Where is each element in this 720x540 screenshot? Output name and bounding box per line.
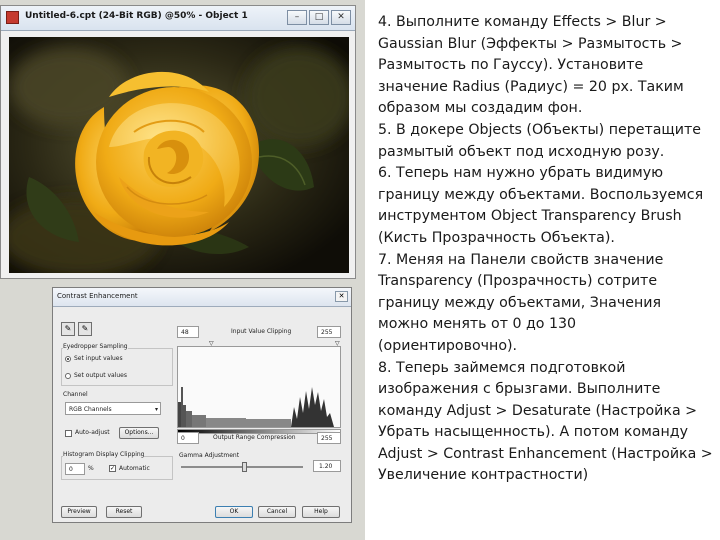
clip-percent-value: 0 — [69, 466, 73, 473]
output-low-value: 0 — [181, 435, 185, 442]
gamma-slider-thumb[interactable] — [242, 462, 248, 472]
clip-percent-unit: % — [88, 465, 94, 472]
dialog-title: Contrast Enhancement — [57, 292, 138, 300]
image-window-title: Untitled-6.cpt (24-Bit RGB) @50% - Objec… — [25, 11, 248, 21]
clip-percent-input[interactable]: 0 — [65, 463, 85, 475]
output-high-field[interactable]: 255 — [317, 432, 341, 444]
set-input-label: Set input values — [74, 355, 123, 362]
set-output-radio[interactable] — [65, 373, 71, 379]
instruction-step-7: 7. Меняя на Панели свойств значение Tran… — [378, 251, 664, 354]
cancel-button[interactable]: Cancel — [258, 506, 296, 518]
eyedropper-black-icon[interactable]: ✎ — [61, 322, 75, 336]
auto-adjust-label: Auto-adjust — [75, 429, 110, 436]
reset-button[interactable]: Reset — [106, 506, 142, 518]
rose-image-canvas[interactable] — [9, 37, 349, 273]
maximize-button[interactable]: □ — [309, 10, 329, 25]
histogram-plot — [177, 346, 341, 428]
gamma-value: 1.20 — [319, 463, 333, 470]
minimize-button[interactable]: – — [287, 10, 307, 25]
app-icon — [6, 11, 19, 24]
instruction-step-8: 8. Теперь займемся подготовкой изображен… — [378, 359, 713, 484]
input-high-value: 255 — [321, 329, 333, 336]
instruction-step-6: 6. Теперь нам нужно убрать видимую грани… — [378, 165, 704, 246]
histogram-clipping-label: Histogram Display Clipping — [63, 451, 145, 458]
set-output-label: Set output values — [74, 372, 127, 379]
contrast-enhancement-dialog: Contrast Enhancement ✕ ✎ ✎ Eyedropper Sa… — [52, 287, 352, 523]
gamma-value-field[interactable]: 1.20 — [313, 460, 341, 472]
gamma-label: Gamma Adjustment — [179, 452, 240, 459]
image-window-titlebar[interactable]: Untitled-6.cpt (24-Bit RGB) @50% - Objec… — [1, 6, 355, 31]
rose-image — [9, 37, 349, 273]
output-compression-label: Output Range Compression — [213, 434, 296, 441]
input-high-field[interactable]: 255 — [317, 326, 341, 338]
image-window: Untitled-6.cpt (24-Bit RGB) @50% - Objec… — [0, 5, 356, 279]
close-button[interactable]: ✕ — [331, 10, 351, 25]
ok-button[interactable]: OK — [215, 506, 253, 518]
options-button[interactable]: Options... — [119, 427, 159, 439]
help-button[interactable]: Help — [302, 506, 340, 518]
chevron-down-icon: ▾ — [154, 406, 158, 413]
output-high-value: 255 — [321, 435, 333, 442]
instructions-text: 4. Выполните команду Effects > Blur > Ga… — [378, 12, 714, 487]
output-low-field[interactable]: 0 — [177, 432, 199, 444]
instruction-step-5: 5. В докере Objects (Объекты) перетащите… — [378, 121, 701, 160]
input-low-value: 48 — [181, 329, 189, 336]
preview-button[interactable]: Preview — [61, 506, 97, 518]
histogram-bars — [178, 387, 334, 427]
input-clipping-label: Input Value Clipping — [231, 328, 292, 335]
channel-select-value: RGB Channels — [69, 406, 112, 413]
auto-adjust-checkbox[interactable] — [65, 430, 72, 437]
automatic-checkbox[interactable]: ✓ — [109, 465, 116, 472]
channel-label: Channel — [63, 391, 88, 398]
dialog-close-button[interactable]: ✕ — [335, 291, 348, 302]
set-input-radio[interactable] — [65, 356, 71, 362]
dialog-titlebar[interactable]: Contrast Enhancement ✕ — [53, 288, 351, 307]
input-low-field[interactable]: 48 — [177, 326, 199, 338]
eyedropper-sampling-group — [61, 348, 173, 386]
eyedropper-white-icon[interactable]: ✎ — [78, 322, 92, 336]
automatic-label: Automatic — [119, 465, 150, 472]
instruction-step-4: 4. Выполните команду Effects > Blur > Ga… — [378, 14, 684, 117]
eyedropper-sampling-label: Eyedropper Sampling — [63, 343, 128, 350]
channel-select[interactable]: RGB Channels ▾ — [65, 402, 161, 415]
